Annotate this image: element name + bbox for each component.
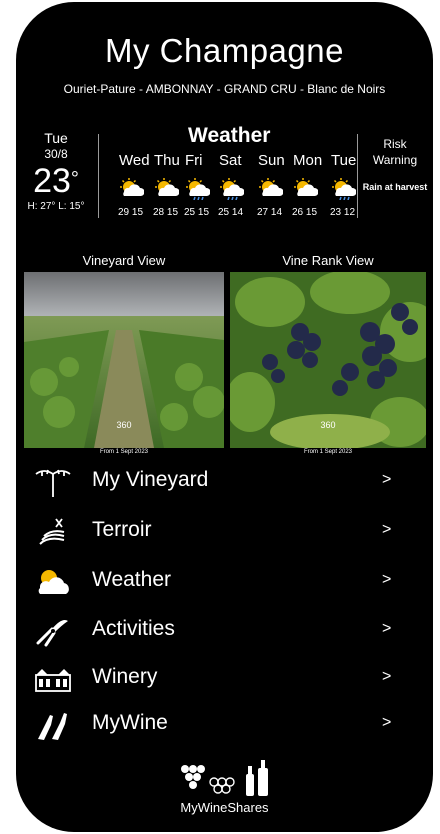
pano-360-badge: 360	[320, 420, 336, 430]
app-screen: My Champagne Ouriet-Pature - AMBONNAY - …	[16, 2, 433, 832]
pano-360-badge: 360	[116, 420, 132, 430]
forecast-temps: 26 15	[292, 207, 318, 218]
forecast-temps: 25 14	[218, 207, 244, 218]
today-temperature: 23°	[33, 162, 79, 200]
forecast-day-fri: Fri	[185, 152, 203, 169]
menu-label: MyWine	[92, 711, 168, 734]
forecast-day-mon: Mon	[293, 152, 323, 169]
chevron-right-icon: >	[382, 521, 392, 538]
vine-rank-view-label: Vine Rank View	[282, 253, 374, 268]
menu-item-my-vineyard[interactable]: My Vineyard >	[16, 460, 433, 504]
menu-label: My Vineyard	[92, 468, 209, 491]
divider	[98, 134, 99, 218]
today-day: Tue	[44, 130, 68, 146]
partly-sunny-icon	[155, 178, 180, 200]
grapes-and-bottles-icon[interactable]	[176, 760, 276, 798]
risk-warning-heading: Risk Warning	[372, 137, 418, 167]
chevron-right-icon: >	[382, 714, 392, 731]
rain-cloud-icon	[332, 178, 357, 201]
forecast-temps: 23 12	[330, 207, 356, 218]
forecast-day-tue: Tue	[331, 152, 357, 169]
today-high-low: H: 27° L: 15°	[27, 201, 85, 212]
forecast-day-sat: Sat	[219, 152, 242, 169]
terroir-icon	[34, 516, 72, 548]
today-weather[interactable]: Tue 30/8 23° H: 27° L: 15°	[16, 130, 96, 212]
chevron-right-icon: >	[382, 471, 392, 488]
vineyard-360-photo[interactable]: 360	[24, 272, 224, 448]
vine-icon	[34, 466, 72, 498]
menu-label: Terroir	[92, 518, 152, 541]
divider	[357, 134, 358, 218]
app-title: My Champagne	[105, 32, 344, 69]
forecast-temps: 28 15	[153, 207, 179, 218]
forecast-day-thu: Thu	[154, 152, 180, 169]
forecast-temps: 25 15	[184, 207, 210, 218]
menu-item-weather[interactable]: Weather >	[16, 560, 433, 604]
weather-title: Weather	[188, 124, 271, 147]
today-date: 30/8	[44, 147, 68, 161]
menu-item-winery[interactable]: Winery >	[16, 657, 433, 701]
chevron-right-icon: >	[382, 620, 392, 637]
forecast-temps: 29 15	[118, 207, 144, 218]
forecast-day-sun: Sun	[258, 152, 285, 169]
menu-item-terroir[interactable]: Terroir >	[16, 510, 433, 554]
cloud-sun-icon	[34, 566, 72, 598]
risk-warning-text[interactable]: Rain at harvest	[360, 181, 430, 194]
rain-cloud-icon	[186, 178, 211, 201]
partly-sunny-icon	[259, 178, 284, 200]
chevron-right-icon: >	[382, 668, 392, 685]
partly-sunny-icon	[294, 178, 319, 200]
vine-rank-360-photo[interactable]: 360	[230, 272, 426, 448]
forecast-day-wed: Wed	[119, 152, 150, 169]
vineyard-subtitle: Ouriet-Pature - AMBONNAY - GRAND CRU - B…	[63, 82, 386, 96]
pruning-shears-icon	[34, 615, 72, 647]
menu-label: Activities	[92, 617, 175, 640]
chevron-right-icon: >	[382, 571, 392, 588]
menu-item-mywine[interactable]: MyWine >	[16, 703, 433, 747]
vineyard-view-label: Vineyard View	[82, 253, 166, 268]
wine-bottles-icon	[34, 709, 72, 741]
vine-rank-view-date: From 1 Sept 2023	[303, 449, 353, 455]
partly-sunny-icon	[120, 178, 145, 200]
forecast-temps: 27 14	[257, 207, 283, 218]
menu-label: Winery	[92, 665, 158, 688]
brand-name: MyWineShares	[180, 800, 269, 815]
menu-label: Weather	[92, 568, 171, 591]
rain-cloud-icon	[220, 178, 245, 201]
winery-building-icon	[34, 663, 72, 695]
menu-item-activities[interactable]: Activities >	[16, 609, 433, 653]
vineyard-view-date: From 1 Sept 2023	[99, 449, 149, 455]
